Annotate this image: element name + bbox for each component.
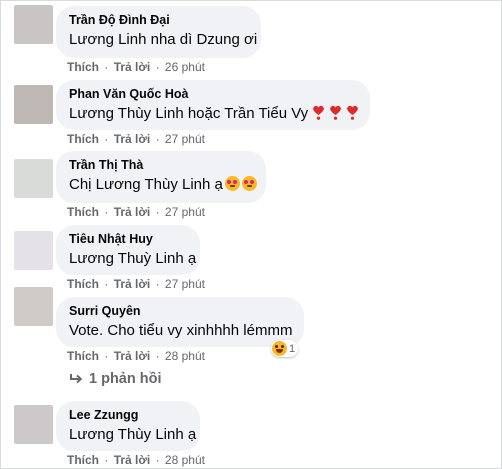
comment-author[interactable]: Phan Văn Quốc Hoà <box>69 87 188 101</box>
like-link[interactable]: Thích <box>67 205 99 219</box>
smiling-face-with-hearts-icon <box>224 176 240 191</box>
comment-author[interactable]: Surri Quyên <box>69 304 141 318</box>
view-replies-link[interactable]: 1 phản hồi <box>69 371 162 387</box>
separator-dot: · <box>155 277 160 291</box>
separator-dot: · <box>155 205 160 219</box>
reply-link[interactable]: Trả lời <box>114 132 151 146</box>
comment-list: Trần Độ Đình Đại Lương Linh nha dì Dzung… <box>0 0 502 469</box>
comment-timestamp[interactable]: 27 phút <box>165 277 205 291</box>
heart-exclamation-icon <box>330 105 342 120</box>
comment-author[interactable]: Trần Độ Đình Đại <box>69 13 170 27</box>
comment-timestamp[interactable]: 26 phút <box>165 60 205 74</box>
comment-actions: Thích · Trả lời · 28 phút <box>67 453 205 467</box>
comment-actions: Thích · Trả lời · 27 phút <box>67 132 205 146</box>
comment-text: Lương Thùy Linh hoặc Trần Tiểu Vy <box>69 105 359 122</box>
avatar[interactable] <box>14 5 53 44</box>
reply-link[interactable]: Trả lời <box>114 349 151 363</box>
heart-exclamation-icon <box>347 105 359 120</box>
separator-dot: · <box>104 277 109 291</box>
avatar[interactable] <box>14 159 53 198</box>
comment-author[interactable]: Lee Zzungg <box>69 408 138 422</box>
comment-author[interactable]: Trần Thị Thà <box>69 158 143 172</box>
comment-text-content: Chị Lương Thùy Linh ạ <box>69 176 223 193</box>
comment-timestamp[interactable]: 28 phút <box>165 453 205 467</box>
comment-text: Vote. Cho tiểu vy xinhhhh lémmm <box>69 322 293 339</box>
like-link[interactable]: Thích <box>67 453 99 467</box>
avatar[interactable] <box>14 85 53 124</box>
separator-dot: · <box>155 60 160 74</box>
separator-dot: · <box>104 132 109 146</box>
comment-actions: Thích · Trả lời · 28 phút <box>67 349 205 363</box>
like-link[interactable]: Thích <box>67 60 99 74</box>
comment-bubble: Trần Thị Thà Chị Lương Thùy Linh ạ <box>56 151 266 203</box>
heart-exclamation-icon <box>313 105 325 120</box>
reaction-badge[interactable]: 1 <box>271 340 299 357</box>
separator-dot: · <box>155 453 160 467</box>
reply-link[interactable]: Trả lời <box>114 60 151 74</box>
comment-author[interactable]: Tiêu Nhật Huy <box>69 232 153 246</box>
smiling-face-with-hearts-icon <box>241 176 257 191</box>
comment-timestamp[interactable]: 27 phút <box>165 205 205 219</box>
separator-dot: · <box>155 349 160 363</box>
reaction-count: 1 <box>289 342 296 355</box>
comment-bubble: Lee Zzungg Lương Thùy Linh ạ <box>56 401 200 451</box>
comment-bubble: Trần Độ Đình Đại Lương Linh nha dì Dzung… <box>56 6 261 58</box>
like-link[interactable]: Thích <box>67 132 99 146</box>
comment-text: Lương Thùy Linh ạ <box>69 426 197 443</box>
comment-text: Lương Linh nha dì Dzung ơi <box>69 31 258 48</box>
comment-actions: Thích · Trả lời · 26 phút <box>67 60 205 74</box>
comment-bubble: Phan Văn Quốc Hoà Lương Thùy Linh hoặc T… <box>56 80 370 130</box>
comment-text: Chị Lương Thùy Linh ạ <box>69 176 257 193</box>
like-link[interactable]: Thích <box>67 349 99 363</box>
separator-dot: · <box>104 453 109 467</box>
separator-dot: · <box>104 349 109 363</box>
comment-text: Lương Thuỳ Linh ạ <box>69 250 197 267</box>
comment-actions: Thích · Trả lời · 27 phút <box>67 277 205 291</box>
separator-dot: · <box>104 205 109 219</box>
like-link[interactable]: Thích <box>67 277 99 291</box>
comment-bubble: Surri Quyên Vote. Cho tiểu vy xinhhhh lé… <box>56 297 304 347</box>
avatar[interactable] <box>14 287 53 326</box>
comment-timestamp[interactable]: 27 phút <box>165 132 205 146</box>
comment-text-content: Lương Thùy Linh hoặc Trần Tiểu Vy <box>69 105 309 122</box>
reply-link[interactable]: Trả lời <box>114 205 151 219</box>
comment-timestamp[interactable]: 28 phút <box>165 349 205 363</box>
avatar[interactable] <box>14 231 53 270</box>
separator-dot: · <box>155 132 160 146</box>
reply-arrow-icon <box>70 374 83 384</box>
comment-actions: Thích · Trả lời · 27 phút <box>67 205 205 219</box>
avatar[interactable] <box>14 405 53 444</box>
reply-link[interactable]: Trả lời <box>114 277 151 291</box>
separator-dot: · <box>104 60 109 74</box>
reply-link[interactable]: Trả lời <box>114 453 151 467</box>
replies-label[interactable]: 1 phản hồi <box>89 371 162 387</box>
comment-bubble: Tiêu Nhật Huy Lương Thuỳ Linh ạ <box>56 225 200 275</box>
laughing-face-icon <box>272 341 287 356</box>
